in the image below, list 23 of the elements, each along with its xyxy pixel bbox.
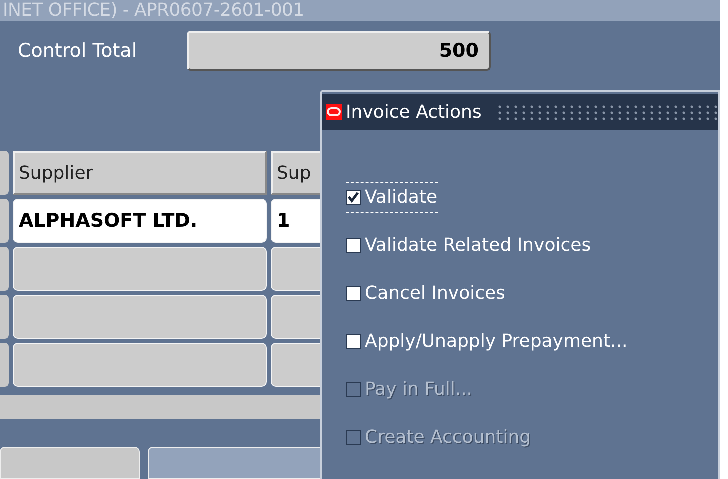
checkbox[interactable] <box>346 286 361 300</box>
table-cell[interactable]: ALPHASOFT LTD. <box>13 199 267 243</box>
column-header[interactable] <box>0 151 9 195</box>
option-label[interactable]: Validate <box>365 186 438 208</box>
checkbox[interactable] <box>346 238 361 252</box>
checkbox[interactable] <box>346 334 361 348</box>
table-cell[interactable] <box>0 295 9 339</box>
column-header[interactable]: Supplier <box>13 151 267 195</box>
table-cell[interactable] <box>0 247 9 291</box>
field-label: Control Total <box>17 40 138 62</box>
dialog-title: Invoice Actions <box>346 102 482 122</box>
table-cell[interactable] <box>0 343 9 387</box>
option-label[interactable]: Validate Related Invoices <box>365 234 592 256</box>
control-total-field[interactable]: 500 <box>187 31 491 71</box>
oval-logo-icon <box>326 104 342 120</box>
table-cell[interactable] <box>13 295 267 339</box>
option-label[interactable]: Cancel Invoices <box>365 282 506 304</box>
option-label[interactable]: Apply/Unapply Prepayment... <box>365 330 628 352</box>
table-cell[interactable] <box>0 199 9 243</box>
table-cell[interactable] <box>13 343 267 387</box>
window-title: INET OFFICE) - APR0607-2601-001 <box>3 0 304 21</box>
checkbox[interactable] <box>346 190 361 204</box>
table-cell[interactable] <box>13 247 267 291</box>
